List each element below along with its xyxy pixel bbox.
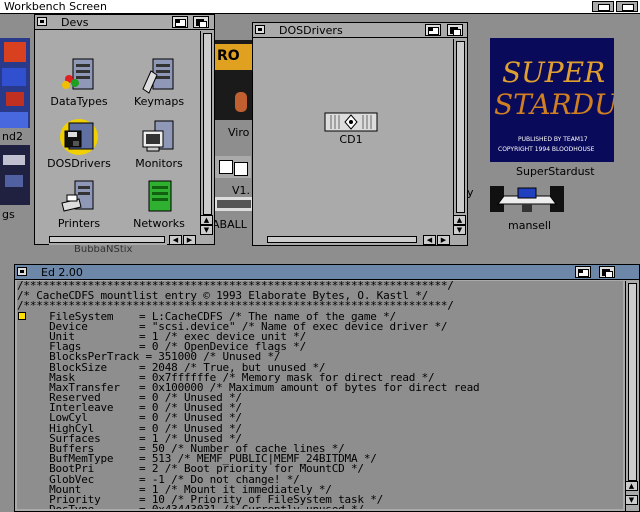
dosdrivers-vertical-scrollbar[interactable] [453,39,467,235]
networks-icon [148,180,172,212]
down-arrow-icon: ▼ [203,226,210,234]
dosdrivers-scroll-down-arrow[interactable]: ▼ [453,225,466,235]
dosdrivers-scroll-right-arrow[interactable]: ▶ [437,235,450,245]
dosdrivers-window[interactable]: DOSDrivers CD1 ▲ ▼ ◀ ▶ [252,22,468,246]
dosdrivers-zoom-gadget[interactable] [425,24,441,36]
screen-title-bar[interactable]: Workbench Screen [0,0,640,14]
screen-title: Workbench Screen [4,0,107,13]
networks-label: Networks [133,217,185,230]
viro-icon[interactable]: RO [215,40,253,120]
right-arrow-icon: ▶ [440,236,447,244]
desktop-label-nd2[interactable]: nd2 [2,130,23,143]
editor-window[interactable]: Ed 2.00 /*******************************… [14,264,640,512]
dosdrivers-contents: CD1 [255,39,451,235]
up-arrow-icon: ▲ [203,216,210,224]
dosdrivers-scroll-left-arrow[interactable]: ◀ [423,235,436,245]
text-cursor [18,312,26,320]
left-arrow-icon: ◀ [426,236,433,244]
mansell-icon[interactable] [490,182,564,216]
dosdrivers-title-bar[interactable]: DOSDrivers [253,23,467,38]
keymaps-drawer[interactable]: Keymaps [119,55,199,108]
monitors-icon [142,120,174,152]
cd1-label: CD1 [339,133,363,146]
screen-depth-gadget[interactable] [616,1,638,12]
dosdrivers-depth-gadget[interactable] [447,24,463,36]
devs-contents: DataTypes Keymaps DOSDrivers Monitors Pr… [37,31,199,235]
devs-horizontal-scrollbar[interactable] [49,235,167,245]
networks-drawer[interactable]: Networks [119,177,199,230]
dosdrivers-horizontal-scrollbar[interactable] [267,235,419,245]
stardust-art-line1: SUPER [502,56,606,89]
editor-vertical-scrollbar[interactable] [625,281,639,511]
up-arrow-icon: ▲ [456,216,463,224]
datatypes-icon [62,58,94,90]
aball-icon[interactable] [215,197,253,211]
devs-title: Devs [61,16,89,29]
desktop-label-mansell[interactable]: mansell [508,219,551,232]
printers-drawer[interactable]: Printers [39,177,119,230]
devs-horizontal-scroll-knob[interactable] [49,236,165,243]
dosdrivers-close-gadget[interactable] [255,25,265,34]
screen-zoom-gadget[interactable] [592,1,614,12]
desktop-label-bubbanstix[interactable]: BubbaNStix [74,244,132,255]
dosdrivers-drawer[interactable]: DOSDrivers [39,117,119,170]
stardust-art-line2: STARDUS [494,88,614,121]
cd1-icon[interactable]: CD1 [311,111,391,146]
desktop-label-aball[interactable]: ABALL [212,218,247,231]
devs-scroll-right-arrow[interactable]: ▶ [183,235,196,245]
dosdrivers-title: DOSDrivers [279,24,343,37]
superstardust-icon[interactable]: SUPER STARDUS PUBLISHED BY TEAM17 COPYRI… [490,38,614,162]
keymaps-label: Keymaps [133,95,185,108]
keymaps-icon [142,58,174,94]
editor-vertical-scroll-knob[interactable] [628,283,637,481]
monitors-label: Monitors [135,157,183,170]
devs-zoom-gadget[interactable] [172,16,188,28]
desktop-label-gs[interactable]: gs [2,208,15,221]
right-arrow-icon: ▶ [186,236,193,244]
up-arrow-icon: ▲ [628,482,635,490]
editor-scroll-down-arrow[interactable]: ▼ [625,495,638,505]
devs-vertical-scroll-knob[interactable] [203,33,212,215]
dosdrivers-scroll-up-arrow[interactable]: ▲ [453,215,466,225]
editor-title: Ed 2.00 [41,266,83,279]
background-window-fragment [0,38,30,128]
dice-icon[interactable] [215,156,251,178]
datatypes-label: DataTypes [50,95,108,108]
editor-text-area[interactable]: /***************************************… [17,281,623,509]
devs-vertical-scrollbar[interactable] [200,31,214,235]
left-arrow-icon: ◀ [172,236,179,244]
down-arrow-icon: ▼ [456,226,463,234]
dosdrivers-vertical-scroll-knob[interactable] [456,41,465,213]
devs-scroll-up-arrow[interactable]: ▲ [200,215,213,225]
devs-depth-gadget[interactable] [193,16,209,28]
desktop-label-v1[interactable]: V1. [232,184,250,197]
editor-depth-gadget[interactable] [599,266,615,278]
editor-title-bar[interactable]: Ed 2.00 [15,265,639,280]
datatypes-drawer[interactable]: DataTypes [39,55,119,108]
stardust-art-publisher: PUBLISHED BY TEAM17 [518,136,588,143]
editor-scroll-up-arrow[interactable]: ▲ [625,481,638,491]
monitors-drawer[interactable]: Monitors [119,117,199,170]
editor-line[interactable]: DosType = 0x43443031 /* Currently unused… [17,504,623,509]
printers-label: Printers [57,217,101,230]
down-arrow-icon: ▼ [628,496,635,504]
dosdrivers-label: DOSDrivers [47,157,111,170]
desktop-label-superstardust[interactable]: SuperStardust [516,165,595,178]
printers-icon [61,180,94,212]
desktop-label-viro[interactable]: Viro [228,126,249,139]
devs-window[interactable]: Devs DataTypes Keymaps DOSDrivers Monito… [34,14,215,245]
dosdrivers-horizontal-scroll-knob[interactable] [267,236,417,243]
stardust-art-copyright: COPYRIGHT 1994 BLOODHOUSE [498,146,595,153]
devs-scroll-down-arrow[interactable]: ▼ [200,225,213,235]
dosdrivers-icon [60,119,98,155]
editor-zoom-gadget[interactable] [575,266,591,278]
devs-scroll-left-arrow[interactable]: ◀ [169,235,182,245]
devs-title-bar[interactable]: Devs [35,15,214,30]
cd-drive-icon [324,112,378,132]
editor-close-gadget[interactable] [17,267,27,276]
background-image-fragment [0,145,30,205]
devs-close-gadget[interactable] [37,17,47,26]
